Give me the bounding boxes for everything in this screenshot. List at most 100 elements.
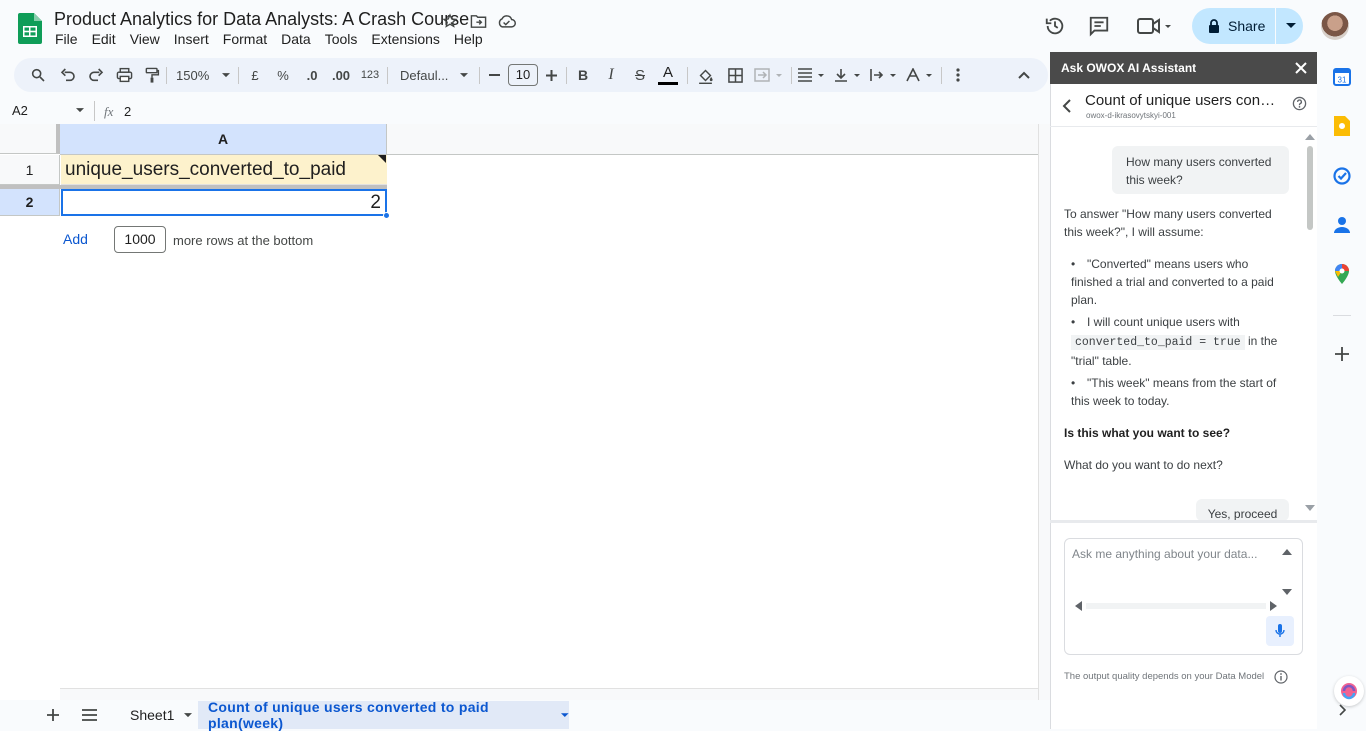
name-box-dropdown-icon[interactable] — [76, 108, 84, 113]
assumption-item: I will count unique users with — [1071, 313, 1291, 331]
decrease-decimal-label: .0 — [306, 67, 318, 83]
increase-decimal-button[interactable]: .00 — [328, 58, 354, 92]
strikethrough-icon[interactable]: S — [630, 58, 650, 92]
cell-note-marker — [378, 155, 386, 163]
share-label: Share — [1228, 18, 1266, 34]
more-rows-label: more rows at the bottom — [173, 233, 314, 248]
help-icon[interactable] — [1292, 96, 1307, 111]
align-icon[interactable] — [796, 58, 828, 92]
menu-view[interactable]: View — [123, 31, 167, 47]
function-icon: fx — [104, 104, 114, 119]
sheets-logo[interactable] — [18, 13, 42, 44]
font-size-decrease-button[interactable] — [484, 58, 504, 92]
rotate-icon[interactable] — [904, 58, 936, 92]
avatar[interactable] — [1321, 12, 1349, 40]
history-icon[interactable] — [1041, 12, 1069, 40]
wrap-icon[interactable] — [868, 58, 900, 92]
font-size-input[interactable]: 10 — [508, 64, 538, 86]
menu-extensions[interactable]: Extensions — [364, 31, 446, 47]
meet-icon[interactable] — [1134, 12, 1174, 40]
sheet-tab-active[interactable]: Count of unique users converted to paid … — [198, 699, 569, 731]
valign-icon[interactable] — [832, 58, 864, 92]
comment-icon[interactable] — [1085, 12, 1113, 40]
redo-icon[interactable] — [84, 58, 108, 92]
ask-scroll-up-icon[interactable] — [1282, 548, 1292, 556]
sheet-tab-sheet1[interactable]: Sheet1 — [118, 701, 204, 729]
assistant-reply-intro: To answer "How many users converted this… — [1064, 207, 1272, 239]
expand-rail-icon[interactable] — [1338, 704, 1346, 716]
star-icon[interactable] — [440, 11, 460, 31]
side-rail — [1317, 52, 1366, 729]
print-icon[interactable] — [112, 58, 136, 92]
chat-subtitle: owox-d-ikrasovytskyi-001 — [1086, 111, 1176, 120]
ask-input-placeholder: Ask me anything about your data... — [1072, 547, 1258, 561]
next-prompt: What do you want to do next? — [1064, 458, 1223, 472]
contacts-icon[interactable] — [1331, 214, 1353, 236]
formula-input[interactable]: 2 — [124, 104, 131, 119]
font-size-increase-button[interactable] — [542, 58, 560, 92]
cloud-status-icon[interactable] — [496, 11, 516, 31]
info-icon[interactable] — [1274, 670, 1288, 684]
share-dropdown-icon[interactable] — [1286, 23, 1297, 29]
add-sheet-icon[interactable] — [46, 708, 60, 722]
mic-icon[interactable] — [1266, 616, 1294, 646]
number-format-button[interactable]: 123 — [358, 58, 382, 92]
menu-format[interactable]: Format — [216, 31, 274, 47]
decrease-decimal-button[interactable]: .0 — [300, 58, 324, 92]
svg-text:31: 31 — [1338, 76, 1347, 85]
text-color-icon[interactable]: A — [656, 58, 680, 92]
fill-handle[interactable] — [383, 212, 390, 219]
close-icon[interactable] — [1293, 60, 1309, 76]
row-header-1[interactable]: 1 — [0, 155, 60, 185]
panel-scrollbar[interactable] — [1303, 132, 1317, 517]
add-icon[interactable] — [1331, 343, 1353, 365]
document-title[interactable]: Product Analytics for Data Analysts: A C… — [54, 9, 469, 30]
borders-icon[interactable] — [724, 58, 746, 92]
zoom-select[interactable]: 150% — [172, 58, 234, 92]
owox-extension-icon[interactable] — [1334, 676, 1364, 706]
column-header-a[interactable]: A — [60, 124, 387, 155]
zoom-value: 150% — [176, 67, 210, 83]
more-icon[interactable] — [950, 58, 966, 92]
fill-color-icon[interactable] — [694, 58, 716, 92]
ask-scroll-down-icon[interactable] — [1282, 588, 1292, 596]
menu-file[interactable]: File — [48, 31, 85, 47]
move-folder-icon[interactable] — [468, 11, 488, 31]
yes-proceed-button[interactable]: Yes, proceed — [1196, 499, 1289, 521]
add-rows-button[interactable]: Add — [63, 231, 88, 247]
cell-a2-selected[interactable]: 2 — [61, 189, 387, 216]
select-all-corner[interactable] — [0, 124, 60, 154]
font-select[interactable]: Defaul... — [396, 58, 472, 92]
italic-icon[interactable]: I — [602, 58, 620, 92]
name-box[interactable]: A2 — [12, 103, 28, 118]
share-button[interactable]: Share — [1192, 8, 1303, 44]
confirm-question: Is this what you want to see? — [1064, 426, 1231, 440]
undo-icon[interactable] — [56, 58, 80, 92]
percent-format-button[interactable]: % — [274, 58, 292, 92]
tasks-icon[interactable] — [1331, 165, 1353, 187]
paint-format-icon[interactable] — [140, 58, 164, 92]
vertical-scrollbar[interactable] — [1038, 124, 1050, 700]
toolbar: 150% £ % .0 .00 123 Defaul... 10 B I S A — [14, 58, 1048, 92]
currency-format-button[interactable]: £ — [246, 58, 264, 92]
menu-data[interactable]: Data — [274, 31, 318, 47]
maps-icon[interactable] — [1331, 263, 1353, 285]
menu-help[interactable]: Help — [447, 31, 490, 47]
calendar-icon[interactable]: 31 — [1331, 66, 1353, 88]
row-header-2[interactable]: 2 — [0, 189, 60, 216]
bold-icon[interactable]: B — [574, 58, 592, 92]
collapse-icon[interactable] — [1016, 58, 1032, 92]
merge-icon[interactable] — [752, 58, 786, 92]
keep-icon[interactable] — [1331, 115, 1353, 137]
user-message: How many users converted this week? — [1112, 146, 1289, 194]
menu-insert[interactable]: Insert — [167, 31, 216, 47]
all-sheets-icon[interactable] — [82, 709, 97, 721]
ask-horizontal-scrollbar[interactable] — [1074, 601, 1279, 611]
back-icon[interactable] — [1062, 99, 1072, 113]
search-icon[interactable] — [26, 58, 50, 92]
add-rows-count-input[interactable]: 1000 — [114, 226, 166, 253]
menu-edit[interactable]: Edit — [85, 31, 123, 47]
code-snippet: converted_to_paid = true — [1071, 335, 1245, 350]
cell-a1[interactable]: unique_users_converted_to_paid — [61, 155, 387, 185]
menu-tools[interactable]: Tools — [318, 31, 365, 47]
